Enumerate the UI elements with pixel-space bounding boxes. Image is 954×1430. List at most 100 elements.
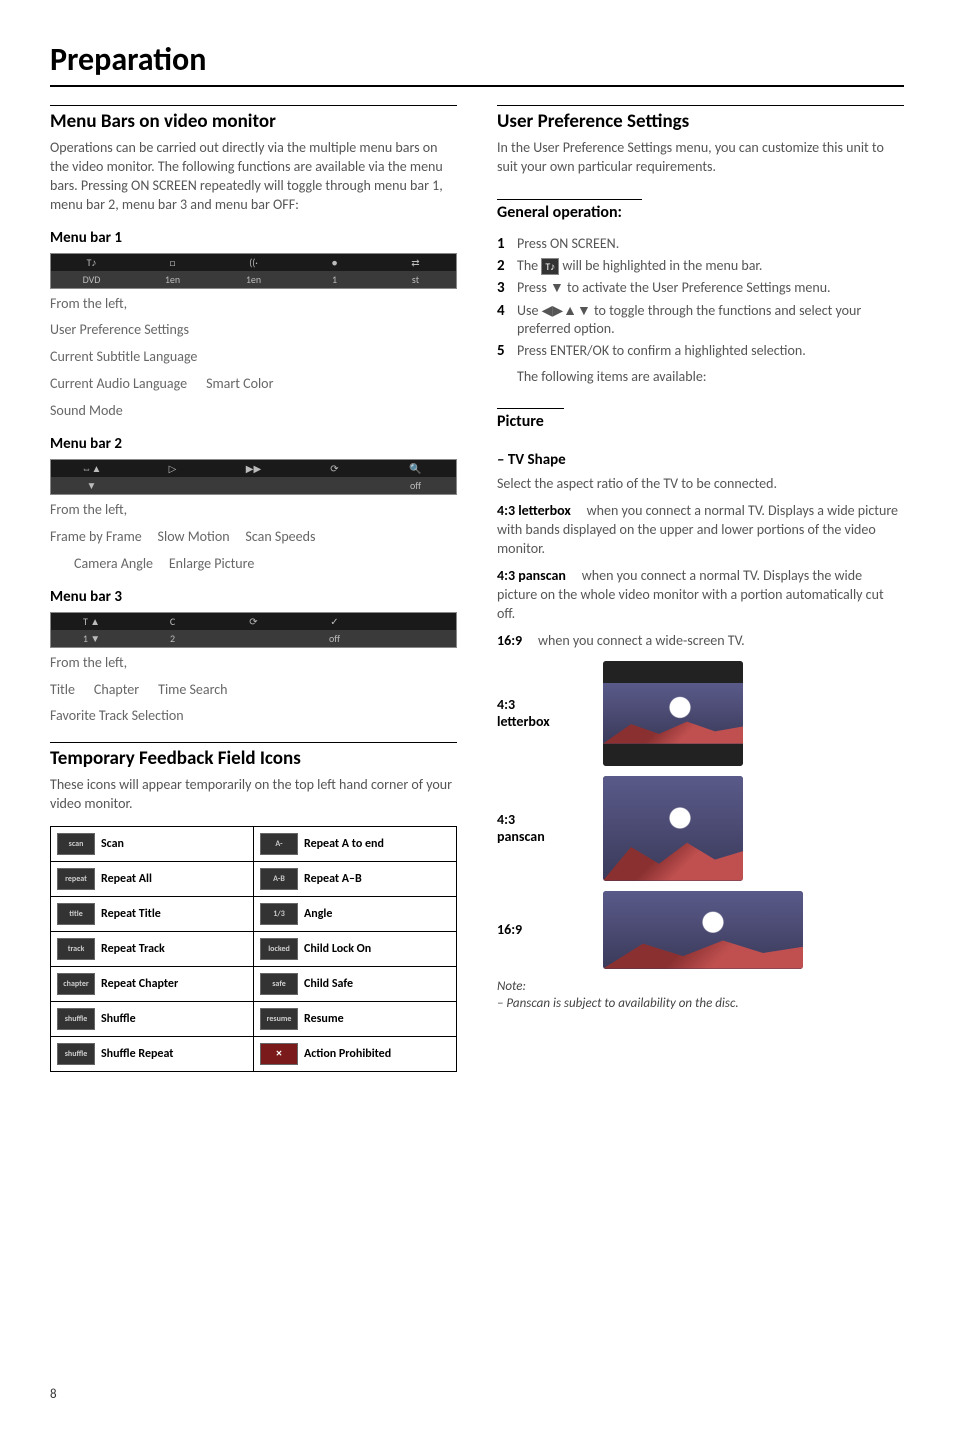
step-item: 4Use ◀▶▲▼ to toggle through the function… xyxy=(497,301,904,340)
opt-panscan: 4:3 panscan when you connect a normal TV… xyxy=(497,567,904,624)
feedback-icon: shuffle xyxy=(57,1043,95,1065)
mb3-bot-1: 2 xyxy=(132,632,213,645)
step-item: 2The T♪ will be highlighted in the menu … xyxy=(497,256,904,276)
feedback-label: Shuffle xyxy=(101,1012,136,1026)
mb2-l1a: Frame by Frame xyxy=(50,528,142,545)
page-title: Preparation xyxy=(50,40,904,87)
feedback-icon: A-B xyxy=(260,868,298,890)
feedback-icon: safe xyxy=(260,973,298,995)
mb3-bot-0: 1 ▼ xyxy=(51,632,132,645)
mb2-l2b: Enlarge Picture xyxy=(169,555,254,572)
mb1-bot-0: DVD xyxy=(51,273,132,286)
opt-169-label: 16:9 xyxy=(497,632,522,649)
mb3-top-2: ⟳ xyxy=(213,615,294,628)
mb1-top-3: ● xyxy=(294,256,375,269)
menu-bar-2-image: ⇔▲ ▷ ▶▶ ⟳ 🔍 ▼ off xyxy=(50,459,457,495)
left-column: Menu Bars on video monitor Operations ca… xyxy=(50,105,457,1072)
step-item: 5Press ENTER/OK to confirm a highlighted… xyxy=(497,341,904,361)
mb1-bot-1: 1en xyxy=(132,273,213,286)
mb3-top-1: C xyxy=(132,615,213,628)
mb2-top-0: ⇔▲ xyxy=(51,462,132,475)
shape-label-169: 16:9 xyxy=(497,921,587,938)
user-pref-intro: In the User Preference Settings menu, yo… xyxy=(497,139,904,177)
mb2-from: From the left, xyxy=(50,501,457,520)
feedback-label: Repeat Title xyxy=(101,907,161,921)
mb1-l2: Current Subtitle Language xyxy=(50,348,457,367)
mb2-l1b: Slow Motion xyxy=(158,528,230,545)
picture-heading: Picture xyxy=(497,408,564,431)
feedback-row: chapterRepeat ChaptersafeChild Safe xyxy=(51,967,456,1002)
opt-panscan-label: 4:3 panscan xyxy=(497,567,566,584)
mb3-top-0: T ▲ xyxy=(51,615,132,628)
feedback-icon: chapter xyxy=(57,973,95,995)
feedback-label: Repeat Track xyxy=(101,942,165,956)
menu-bar-3-heading: Menu bar 3 xyxy=(50,588,457,606)
mb1-l3b: Smart Color xyxy=(206,375,273,392)
mb2-l2: Camera Angle Enlarge Picture xyxy=(50,555,457,574)
mb2-l1: Frame by Frame Slow Motion Scan Speeds xyxy=(50,528,457,547)
feedback-icon: track xyxy=(57,938,95,960)
mb3-l2: Favorite Track Selection xyxy=(50,707,457,726)
menu-bars-heading: Menu Bars on video monitor xyxy=(50,105,457,133)
right-column: User Preference Settings In the User Pre… xyxy=(497,105,904,1072)
feedback-icon: repeat xyxy=(57,868,95,890)
note-body: – Panscan is subject to availability on … xyxy=(497,996,904,1011)
tv-shape-diagram: 4:3 letterbox 4:3 panscan 16:9 xyxy=(497,661,904,969)
menu-bar-2-heading: Menu bar 2 xyxy=(50,435,457,453)
mb1-l3a: Current Audio Language xyxy=(50,375,187,392)
mb1-top-0: T♪ xyxy=(51,256,132,269)
page-number: 8 xyxy=(50,1387,57,1402)
opt-letterbox: 4:3 letterbox when you connect a normal … xyxy=(497,502,904,559)
mb3-bot-3: off xyxy=(294,632,375,645)
shape-label-letterbox: 4:3 letterbox xyxy=(497,696,587,730)
mb2-top-3: ⟳ xyxy=(294,462,375,475)
feedback-label: Scan xyxy=(101,837,124,851)
feedback-label: Child Lock On xyxy=(304,942,371,956)
mb1-top-4: ⇄ xyxy=(375,256,456,269)
feedback-row: shuffleShuffle Repeat✕Action Prohibited xyxy=(51,1037,456,1071)
mb1-from: From the left, xyxy=(50,295,457,314)
mb2-top-1: ▷ xyxy=(132,462,213,475)
feedback-row: repeatRepeat AllA-BRepeat A–B xyxy=(51,862,456,897)
mb3-top-3: ✓ xyxy=(294,615,375,628)
mb3-from: From the left, xyxy=(50,654,457,673)
feedback-row: titleRepeat Title1/3Angle xyxy=(51,897,456,932)
mb2-l2a: Camera Angle xyxy=(74,555,153,572)
mb3-l1b: Chapter xyxy=(94,681,139,698)
mb1-bot-4: st xyxy=(375,273,456,286)
feedback-icons-intro: These icons will appear temporarily on t… xyxy=(50,776,457,814)
mb3-l1: Title Chapter Time Search xyxy=(50,681,457,700)
mb1-l1: User Preference Settings xyxy=(50,321,457,340)
feedback-row: trackRepeat TracklockedChild Lock On xyxy=(51,932,456,967)
feedback-label: Resume xyxy=(304,1012,344,1026)
mb2-top-4: 🔍 xyxy=(375,462,456,475)
menu-bar-1-heading: Menu bar 1 xyxy=(50,229,457,247)
opt-letterbox-label: 4:3 letterbox xyxy=(497,502,571,519)
mb2-l1c: Scan Speeds xyxy=(245,528,315,545)
tv-shape-intro: Select the aspect ratio of the TV to be … xyxy=(497,475,904,494)
feedback-label: Repeat Chapter xyxy=(101,977,178,991)
feedback-label: Repeat All xyxy=(101,872,152,886)
feedback-label: Angle xyxy=(304,907,332,921)
feedback-icon: ✕ xyxy=(260,1043,298,1065)
mb1-top-1: □ xyxy=(132,256,213,269)
feedback-icon: scan xyxy=(57,833,95,855)
menu-bars-intro: Operations can be carried out directly v… xyxy=(50,139,457,215)
general-operation-tail: The following items are available: xyxy=(517,368,904,387)
shape-tv-letterbox xyxy=(603,661,743,766)
mb1-bot-2: 1en xyxy=(213,273,294,286)
mb3-l1a: Title xyxy=(50,681,75,698)
feedback-label: Shuffle Repeat xyxy=(101,1047,173,1061)
feedback-icon: 1/3 xyxy=(260,903,298,925)
general-operation-steps: 1Press ON SCREEN.2The T♪ will be highlig… xyxy=(497,234,904,362)
mb1-top-2: ((· xyxy=(213,256,294,269)
opt-169-body: when you connect a wide-screen TV. xyxy=(538,632,745,649)
mb3-l1c: Time Search xyxy=(158,681,227,698)
menu-bar-1-image: T♪ □ ((· ● ⇄ DVD 1en 1en 1 st xyxy=(50,253,457,289)
feedback-icon: resume xyxy=(260,1008,298,1030)
feedback-label: Repeat A to end xyxy=(304,837,384,851)
tv-shape-heading: – TV Shape xyxy=(497,451,904,469)
user-pref-heading: User Preference Settings xyxy=(497,105,904,133)
two-column-layout: Menu Bars on video monitor Operations ca… xyxy=(50,105,904,1072)
mb1-bot-3: 1 xyxy=(294,273,375,286)
